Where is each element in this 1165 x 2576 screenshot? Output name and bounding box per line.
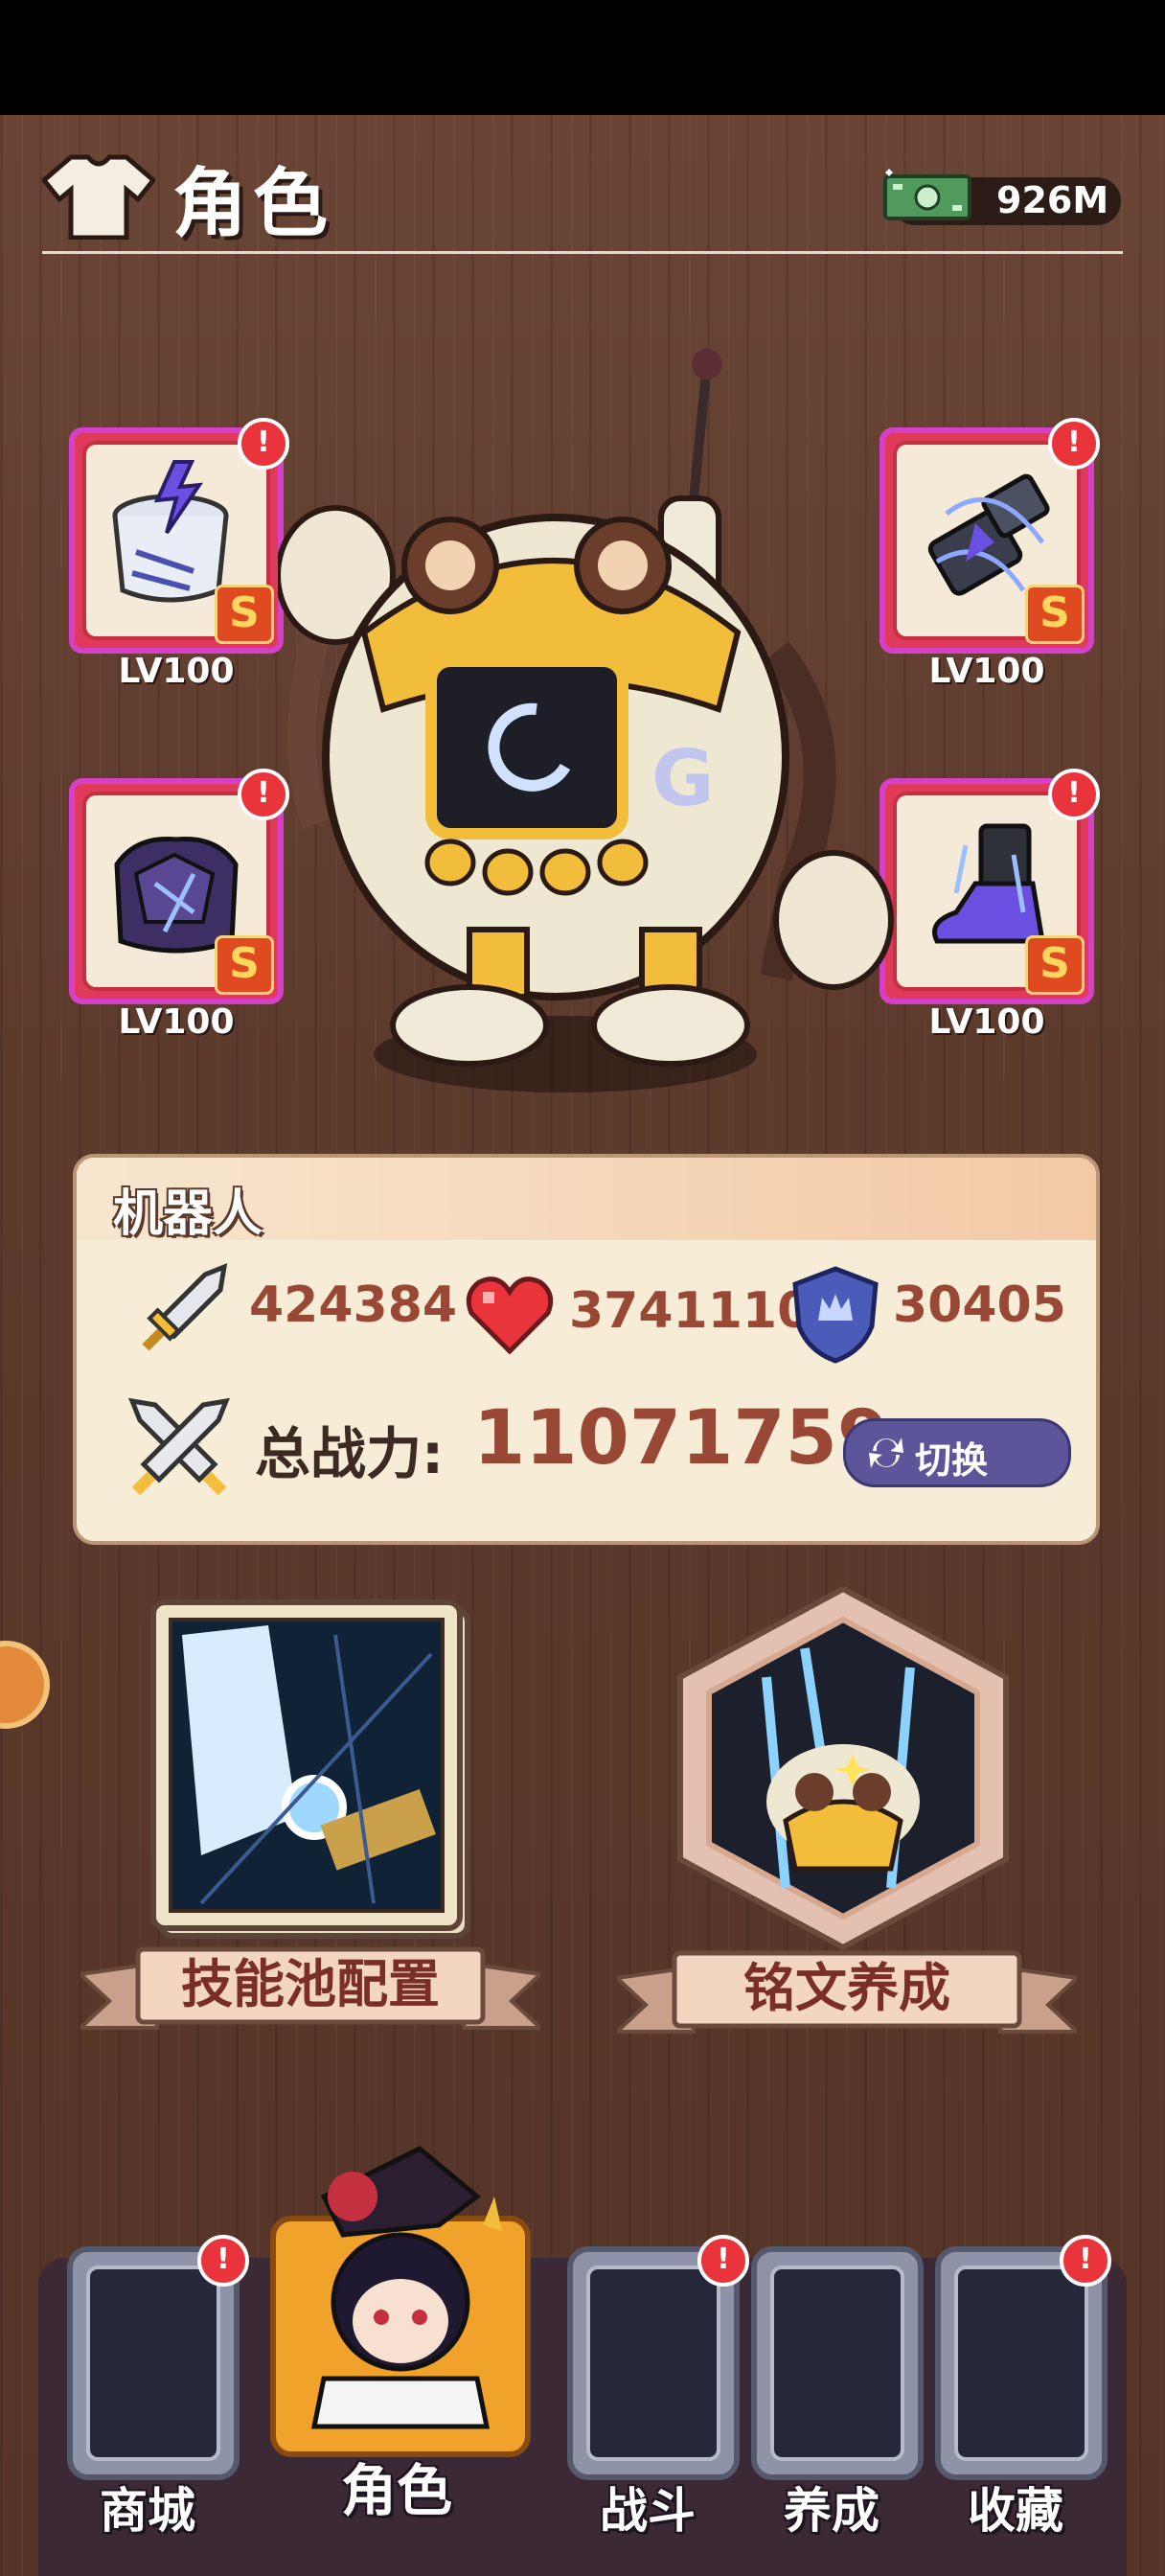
hp-value: 3741110 [569, 1282, 812, 1340]
equip-level: LV100 [118, 1002, 235, 1042]
alert-badge: ! [697, 2235, 749, 2287]
equip-slot-bottom-right[interactable]: S ! [879, 769, 1100, 1004]
svg-text:G: G [651, 734, 715, 823]
inscription-card[interactable] [661, 1581, 1025, 1955]
total-power-value: 11071759 [473, 1395, 890, 1482]
skill-pool-card[interactable] [144, 1597, 479, 1951]
nav-label: 商城 [100, 2483, 195, 2539]
status-bar [0, 0, 1165, 115]
equip-level: LV100 [928, 1002, 1045, 1042]
equip-slot-top-right[interactable]: S ! [879, 418, 1100, 654]
nav-item-character[interactable]: 角色 [270, 2139, 531, 2542]
switch-label: 切换 [915, 1439, 989, 1482]
shield-icon [792, 1266, 879, 1364]
shirt-icon [42, 154, 155, 240]
equip-slot-top-left[interactable]: S ! [69, 418, 289, 654]
total-power-label: 总战力: [255, 1421, 445, 1486]
page-title: 角色 [172, 161, 334, 247]
airship-icon [770, 2266, 904, 2461]
alert-badge: ! [197, 2235, 249, 2287]
collection-icon [954, 2266, 1088, 2461]
heart-icon [466, 1276, 554, 1355]
swap-icon [869, 1438, 903, 1468]
nav-item-collection[interactable]: ! 收藏 [935, 2235, 1111, 2539]
nav-label: 角色 [340, 2458, 452, 2523]
grade-badge: S [1025, 585, 1085, 644]
header-divider [42, 251, 1123, 254]
skill-pool-label: 技能池配置 [181, 1954, 440, 2014]
cash-icon [883, 169, 971, 220]
equip-slot-bottom-left[interactable]: S ! [69, 769, 289, 1004]
battle-icon [586, 2266, 720, 2461]
nav-label: 战斗 [600, 2483, 696, 2539]
grade-badge: S [1025, 935, 1085, 995]
attack-value: 424384 [249, 1276, 458, 1334]
alert-badge: ! [1048, 418, 1100, 470]
skill-pool-art [150, 1599, 470, 1939]
grade-badge: S [215, 935, 274, 995]
currency-value: 926M [996, 179, 1109, 221]
character-portrait-icon [310, 2146, 502, 2429]
alert-badge: ! [1060, 2235, 1111, 2287]
nav-item-battle[interactable]: ! 战斗 [567, 2235, 749, 2539]
defense-value: 30405 [893, 1276, 1066, 1334]
grade-badge: S [215, 585, 274, 644]
sword-icon [142, 1263, 228, 1351]
robot-character: G [278, 349, 894, 1092]
nav-label: 收藏 [968, 2483, 1063, 2539]
crossed-swords-icon [128, 1397, 230, 1496]
alert-badge: ! [1048, 769, 1100, 820]
stats-panel: 机器人 424384 3741110 30405 总战力: 11071759 切… [73, 1154, 1100, 1545]
equip-level: LV100 [928, 652, 1045, 691]
equip-level: LV100 [118, 652, 235, 691]
shop-icon [86, 2266, 220, 2461]
inscription-label: 铭文养成 [743, 1958, 950, 2018]
inscription-art [677, 1585, 1009, 1951]
character-name: 机器人 [113, 1185, 263, 1243]
nav-item-develop[interactable]: 养成 [751, 2246, 924, 2539]
switch-button[interactable]: 切换 [843, 1418, 1071, 1487]
nav-item-shop[interactable]: ! 商城 [67, 2235, 249, 2539]
nav-label: 养成 [784, 2483, 879, 2539]
